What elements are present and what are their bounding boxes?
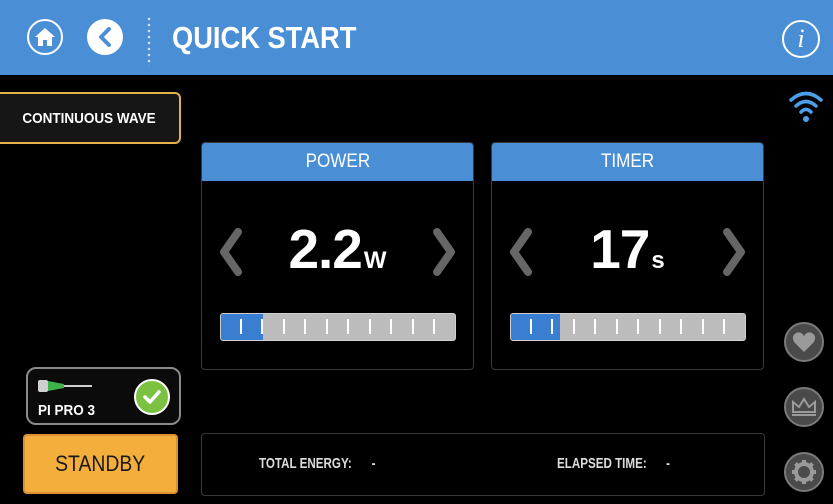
power-level-bar[interactable] <box>220 313 456 341</box>
bar-tick <box>529 319 532 334</box>
timer-panel: TIMER 17s <box>491 142 764 370</box>
handpiece-label: PI PRO 3 <box>38 402 96 419</box>
header-bar: QUICK START i <box>0 0 833 75</box>
info-button[interactable]: i <box>782 20 820 58</box>
bar-tick <box>723 319 725 334</box>
bar-tick <box>433 319 435 334</box>
gear-icon <box>792 460 816 484</box>
bar-tick <box>282 319 285 334</box>
power-increase-button[interactable] <box>431 228 457 276</box>
timer-increase-button[interactable] <box>721 228 747 276</box>
crown-icon <box>792 397 816 416</box>
bar-tick <box>325 319 328 334</box>
wifi-icon <box>789 91 823 122</box>
bar-tick <box>680 319 682 334</box>
home-icon <box>35 28 55 46</box>
bar-tick <box>701 319 704 334</box>
power-panel: POWER 2.2W <box>201 142 474 370</box>
home-button[interactable] <box>27 19 63 55</box>
bar-tick <box>594 319 596 334</box>
bar-tick <box>368 319 371 334</box>
bar-tick <box>572 319 575 334</box>
timer-level-bar[interactable] <box>510 313 746 341</box>
handpiece-icon <box>38 380 92 392</box>
timer-header: TIMER <box>492 143 763 181</box>
bar-tick <box>390 319 392 334</box>
total-energy: TOTAL ENERGY: - <box>259 455 376 472</box>
header-divider <box>147 16 151 66</box>
bar-tick <box>347 319 349 334</box>
chevron-left-icon <box>99 27 111 47</box>
handpiece-selector[interactable]: PI PRO 3 <box>26 367 181 425</box>
power-header: POWER <box>202 143 473 181</box>
check-icon <box>143 390 161 404</box>
bar-tick <box>658 319 661 334</box>
heart-icon <box>792 332 816 352</box>
elapsed-time: ELAPSED TIME: - <box>557 455 671 472</box>
bar-tick <box>551 319 553 334</box>
bar-tick <box>637 319 639 334</box>
power-level-fill <box>221 314 264 340</box>
handpiece-status <box>134 379 170 415</box>
standby-button[interactable]: STANDBY <box>23 434 178 494</box>
mode-button[interactable]: CONTINUOUS WAVE <box>0 92 181 144</box>
favorites-button[interactable] <box>784 322 824 362</box>
bar-tick <box>239 319 242 334</box>
bar-tick <box>411 319 414 334</box>
session-info: TOTAL ENERGY: - ELAPSED TIME: - <box>201 433 765 496</box>
mode-label: CONTINUOUS WAVE <box>22 109 157 127</box>
bar-tick <box>304 319 306 334</box>
premium-button[interactable] <box>784 387 824 427</box>
bar-tick <box>261 319 263 334</box>
back-button[interactable] <box>87 19 123 55</box>
page-title: QUICK START <box>172 20 357 55</box>
settings-button[interactable] <box>784 452 824 492</box>
bar-tick <box>615 319 618 334</box>
